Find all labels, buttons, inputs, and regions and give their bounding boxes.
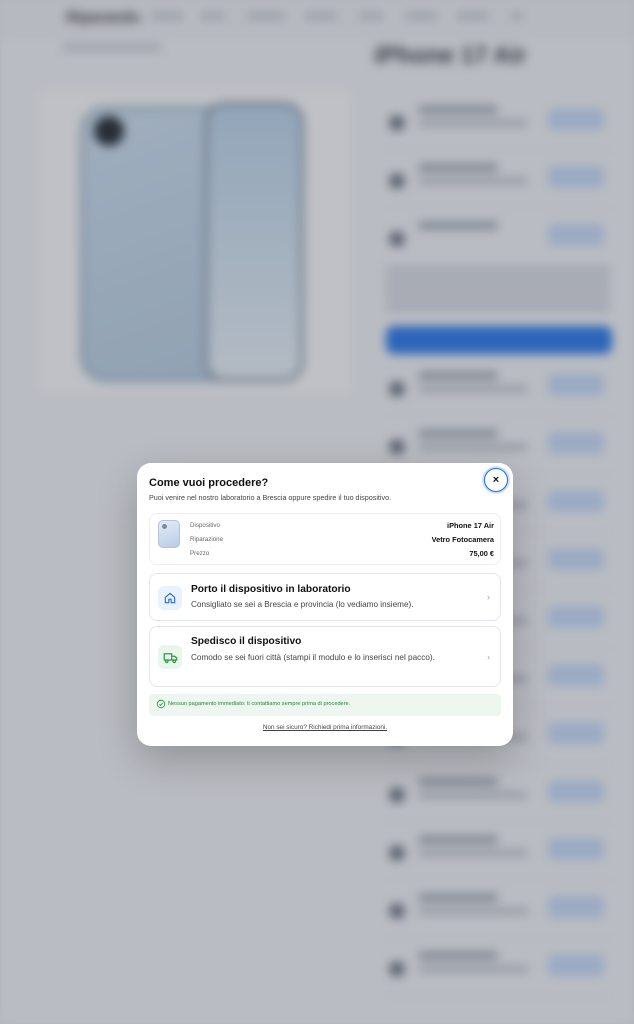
procedure-modal: Come vuoi procedere? Puoi venire nel nos… <box>137 463 513 746</box>
price-value: 75,00 € <box>469 549 494 558</box>
option-title: Spedisco il dispositivo <box>191 636 302 647</box>
option-description: Comodo se sei fuori città (stampi il mod… <box>191 653 435 662</box>
notice-text: Nessun pagamento immediato: ti contattia… <box>168 701 351 707</box>
check-circle-icon <box>156 699 166 709</box>
option-title: Porto il dispositivo in laboratorio <box>191 584 351 595</box>
option-lab-dropoff[interactable]: Porto il dispositivo in laboratorio Cons… <box>149 573 501 621</box>
modal-subtitle: Puoi venire nel nostro laboratorio a Bre… <box>149 493 392 502</box>
no-payment-notice: Nessun pagamento immediato: ti contattia… <box>149 694 501 716</box>
repair-label: Riparazione <box>190 536 224 543</box>
request-info-link[interactable]: Non sei sicuro? Richiedi prima informazi… <box>137 724 513 731</box>
device-thumbnail <box>158 520 180 548</box>
close-icon: × <box>492 474 500 486</box>
chevron-right-icon: › <box>487 652 490 662</box>
close-button[interactable]: × <box>484 468 508 492</box>
option-description: Consigliato se sei a Brescia e provincia… <box>191 600 414 609</box>
price-label: Prezzo <box>190 550 210 557</box>
modal-title: Come vuoi procedere? <box>149 477 269 489</box>
repair-summary: Dispositivo iPhone 17 Air Riparazione Ve… <box>149 513 501 565</box>
device-value: iPhone 17 Air <box>447 521 494 530</box>
truck-icon <box>158 645 182 669</box>
repair-value: Vetro Fotocamera <box>431 535 494 544</box>
option-ship-device[interactable]: Spedisco il dispositivo Comodo se sei fu… <box>149 626 501 687</box>
device-label: Dispositivo <box>190 522 220 529</box>
house-icon <box>158 586 182 610</box>
chevron-right-icon: › <box>487 592 490 602</box>
